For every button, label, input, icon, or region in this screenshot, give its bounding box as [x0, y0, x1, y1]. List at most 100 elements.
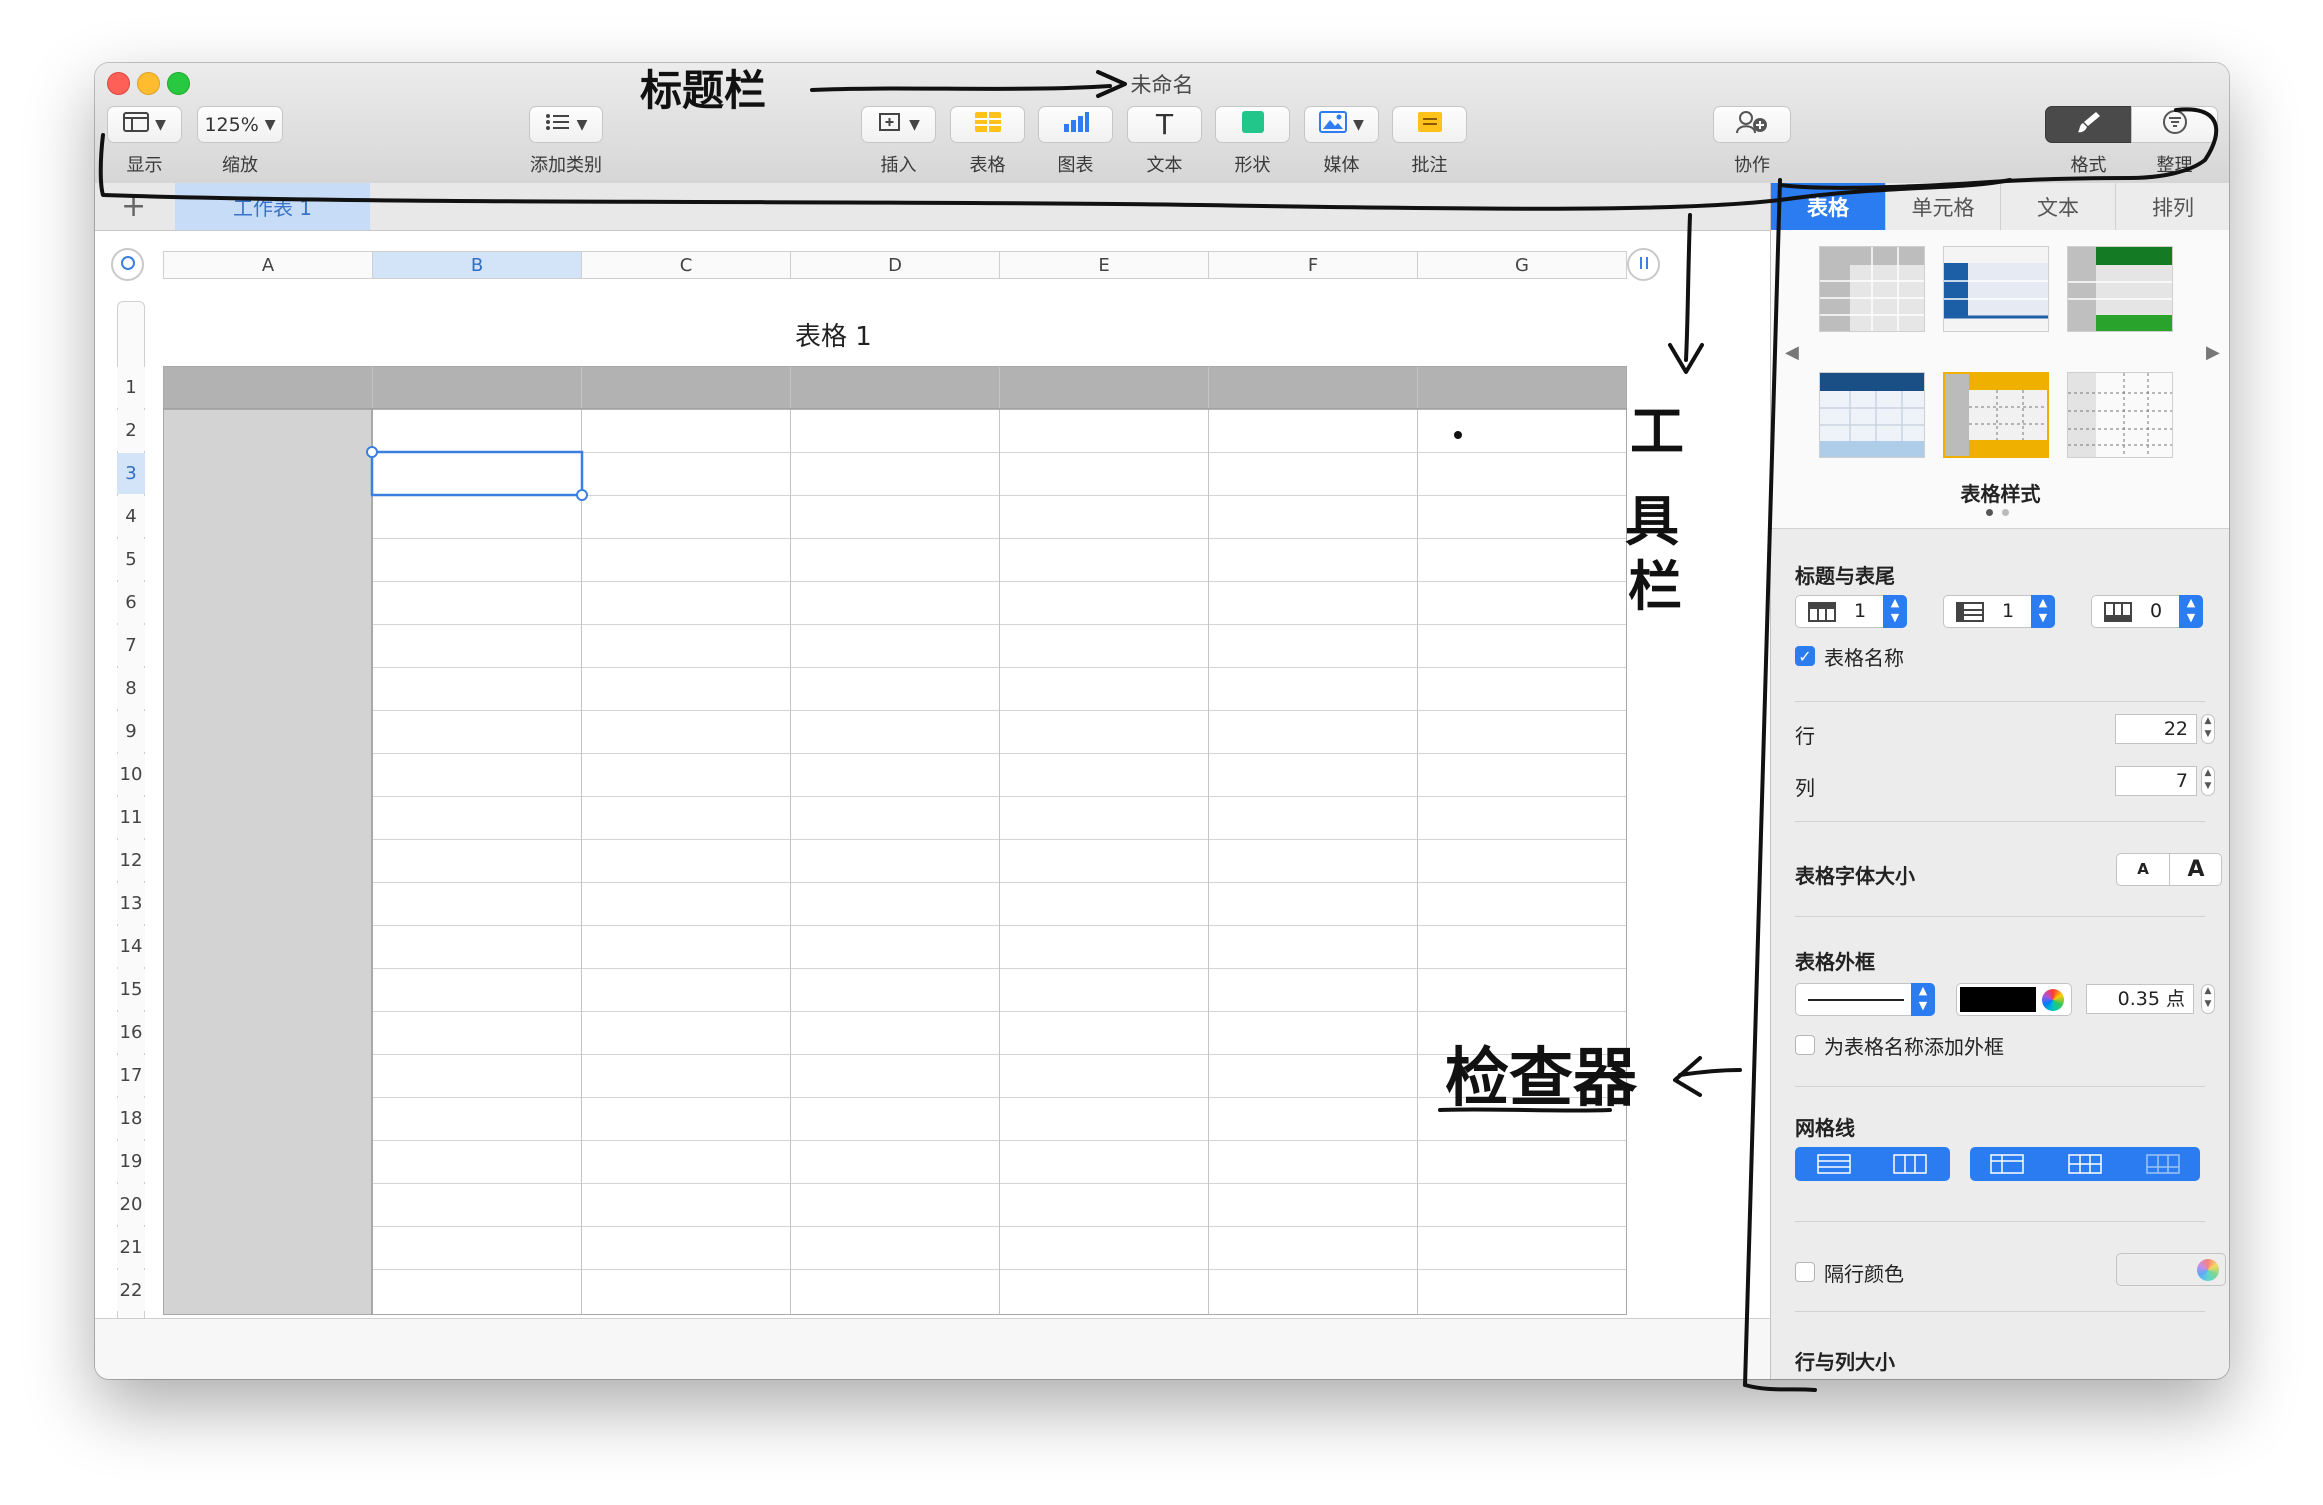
table-grid[interactable] — [163, 366, 1628, 1316]
row-header[interactable]: 21 — [117, 1227, 145, 1268]
header-columns-stepper[interactable]: 1 ▲ ▼ — [1943, 595, 2055, 628]
view-button[interactable]: ▼ — [107, 106, 182, 143]
stepper-arrows-icon[interactable]: ▲ ▼ — [2031, 595, 2055, 628]
table-style-2[interactable] — [1943, 246, 2049, 332]
row-header[interactable]: 4 — [117, 496, 145, 537]
alternating-rows-checkbox[interactable] — [1795, 1262, 1815, 1282]
row-header[interactable]: 15 — [117, 969, 145, 1010]
footer-rows-stepper[interactable]: 0 ▲ ▼ — [2091, 595, 2203, 628]
vertical-gridlines-icon[interactable] — [1893, 1154, 1927, 1178]
rows-stepper[interactable]: ▲ ▼ — [2201, 714, 2215, 744]
next-styles-arrow[interactable]: ▶ — [2206, 342, 2220, 363]
column-header[interactable]: D — [790, 251, 1000, 279]
border-style-select[interactable]: ▲ ▼ — [1795, 983, 1935, 1016]
horizontal-gridlines-icon[interactable] — [1817, 1154, 1851, 1178]
table-style-6[interactable] — [2067, 372, 2173, 458]
column-header[interactable]: G — [1417, 251, 1627, 279]
chart-icon — [1062, 111, 1090, 138]
row-header[interactable]: 6 — [117, 582, 145, 623]
gridlines-group-1 — [1795, 1147, 1950, 1181]
decrease-font-button[interactable]: A — [2117, 854, 2170, 885]
format-button[interactable] — [2045, 106, 2132, 143]
insert-button[interactable]: ▼ — [861, 106, 936, 143]
divider — [1795, 916, 2205, 917]
column-header[interactable]: C — [581, 251, 791, 279]
row-header[interactable]: 7 — [117, 625, 145, 666]
chevron-down-icon: ▼ — [155, 116, 166, 133]
solid-line-icon — [1808, 999, 1904, 1001]
collaborate-button[interactable] — [1713, 106, 1791, 143]
rows-field[interactable]: 22 — [2115, 714, 2197, 744]
row-header[interactable]: 2 — [117, 410, 145, 451]
row-header[interactable]: 11 — [117, 797, 145, 838]
row-header[interactable]: 18 — [117, 1098, 145, 1139]
row-header[interactable]: 14 — [117, 926, 145, 967]
sheet-tab-bar: + 工作表 1 — [95, 183, 1770, 231]
row-header[interactable]: 5 — [117, 539, 145, 580]
row-header[interactable]: 22 — [117, 1270, 145, 1311]
page-dots[interactable] — [1986, 509, 2016, 517]
row-header[interactable]: 13 — [117, 883, 145, 924]
sheet-tab[interactable]: 工作表 1 — [175, 183, 370, 230]
text-button[interactable]: T — [1127, 106, 1202, 143]
stepper-arrows-icon[interactable]: ▲ ▼ — [1883, 595, 1907, 628]
add-sheet-button[interactable]: + — [121, 189, 146, 224]
organize-button[interactable] — [2131, 106, 2218, 143]
header-row-gridlines-icon[interactable] — [1990, 1154, 2024, 1178]
row-header[interactable]: 17 — [117, 1055, 145, 1096]
column-header[interactable]: F — [1208, 251, 1418, 279]
media-button[interactable]: ▼ — [1304, 106, 1379, 143]
row-header[interactable]: 1 — [117, 367, 145, 408]
table-style-3[interactable] — [2067, 246, 2173, 332]
column-header[interactable]: A — [163, 251, 373, 279]
shape-button[interactable] — [1215, 106, 1290, 143]
columns-stepper[interactable]: ▲ ▼ — [2201, 766, 2215, 796]
table-style-1[interactable] — [1819, 246, 1925, 332]
footer-gridlines-icon[interactable] — [2146, 1154, 2180, 1178]
tab-text[interactable]: 文本 — [2001, 183, 2116, 230]
stepper-arrows-icon[interactable]: ▲ ▼ — [1911, 983, 1935, 1016]
tab-arrange[interactable]: 排列 — [2116, 183, 2229, 230]
stepper-arrows-icon[interactable]: ▲ ▼ — [2179, 595, 2203, 628]
row-header[interactable]: 9 — [117, 711, 145, 752]
row-header[interactable]: 12 — [117, 840, 145, 881]
row-header[interactable]: 16 — [117, 1012, 145, 1053]
table-name-checkbox[interactable]: ✓ — [1795, 646, 1815, 666]
previous-styles-arrow[interactable]: ◀ — [1785, 342, 1799, 363]
color-wheel-icon[interactable] — [2042, 989, 2064, 1011]
table-button[interactable] — [950, 106, 1025, 143]
border-width-field[interactable]: 0.35 点 — [2086, 984, 2194, 1014]
table-style-5[interactable] — [1943, 372, 2049, 458]
row-header[interactable]: 10 — [117, 754, 145, 795]
header-column-gridlines-icon[interactable] — [2068, 1154, 2102, 1178]
alternating-color-well[interactable] — [2116, 1253, 2226, 1286]
color-wheel-icon[interactable] — [2197, 1259, 2219, 1281]
column-header[interactable]: B — [372, 251, 582, 279]
header-columns-value: 1 — [2002, 600, 2015, 622]
comment-button[interactable] — [1392, 106, 1467, 143]
add-column-handle[interactable] — [1627, 248, 1660, 281]
outline-table-name-checkbox[interactable] — [1795, 1035, 1815, 1055]
row-header[interactable]: 19 — [117, 1141, 145, 1182]
column-header[interactable]: E — [999, 251, 1209, 279]
column-handle-icon — [1637, 255, 1651, 275]
border-color-well[interactable] — [1956, 983, 2072, 1016]
zoom-select[interactable]: 125% ▼ — [197, 106, 283, 143]
columns-field[interactable]: 7 — [2115, 766, 2197, 796]
row-header[interactable]: 8 — [117, 668, 145, 709]
add-category-button[interactable]: ▼ — [529, 106, 603, 143]
row-header[interactable]: 20 — [117, 1184, 145, 1225]
table-title[interactable]: 表格 1 — [795, 316, 872, 353]
table-name-checkbox-label: 表格名称 — [1824, 646, 1904, 670]
select-table-button[interactable] — [111, 248, 144, 281]
table-style-4[interactable] — [1819, 372, 1925, 458]
header-rows-stepper[interactable]: 1 ▲ ▼ — [1795, 595, 1907, 628]
outline-table-name-label: 为表格名称添加外框 — [1824, 1035, 2004, 1059]
chart-button[interactable] — [1038, 106, 1113, 143]
tab-table[interactable]: 表格 — [1771, 183, 1886, 230]
border-width-stepper[interactable]: ▲ ▼ — [2201, 984, 2215, 1014]
tab-cell[interactable]: 单元格 — [1886, 183, 2001, 230]
increase-font-button[interactable]: A — [2170, 854, 2222, 885]
row-header[interactable]: 3 — [117, 453, 145, 494]
table-styles-panel: ◀ ▶ 表格样式 — [1771, 230, 2229, 529]
